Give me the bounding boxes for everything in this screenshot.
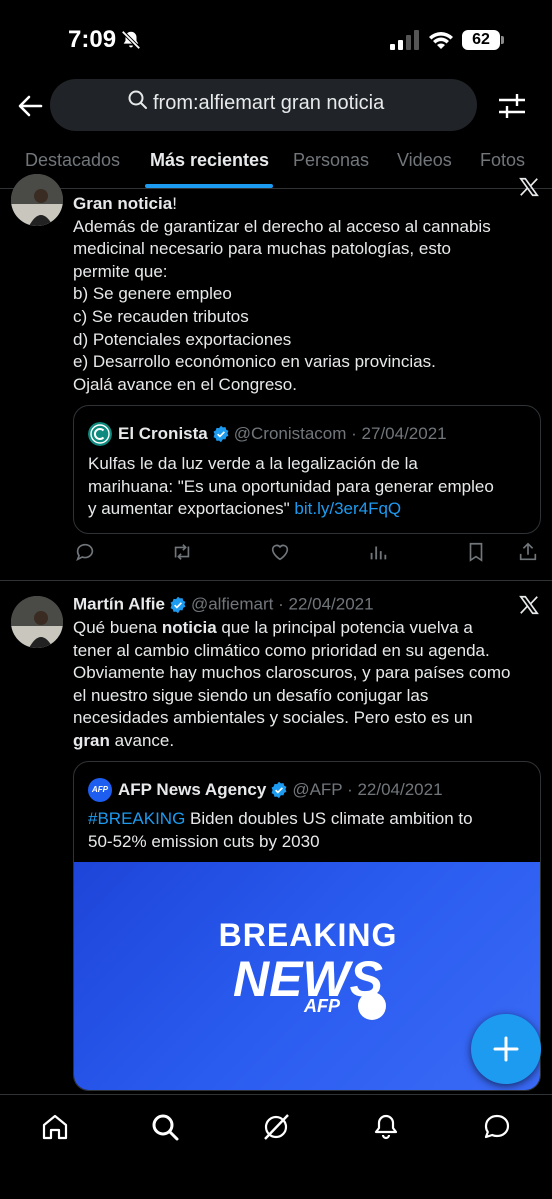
tweet-highlight: noticia bbox=[161, 618, 217, 637]
avatar[interactable] bbox=[11, 596, 63, 648]
cellular-signal-icon bbox=[390, 30, 419, 50]
quoted-author-name: AFP News Agency bbox=[118, 780, 267, 799]
filter-settings-icon[interactable] bbox=[497, 92, 527, 120]
bell-slash-icon bbox=[121, 30, 141, 50]
author-handle: @alfiemart · 22/04/2021 bbox=[190, 594, 374, 614]
quoted-line: Biden doubles US climate ambition to bbox=[185, 809, 473, 828]
tweet-line: tener al cambio climático como prioridad… bbox=[73, 640, 490, 660]
tab-destacados[interactable]: Destacados bbox=[25, 150, 120, 171]
plus-icon bbox=[493, 1036, 519, 1062]
battery-cap bbox=[501, 36, 504, 44]
afp-dot bbox=[358, 992, 386, 1020]
quoted-tweet-header: AFP AFP News Agency @AFP · 22/04/2021 bbox=[88, 778, 443, 804]
grok-icon[interactable] bbox=[261, 1112, 291, 1142]
reply-icon[interactable] bbox=[74, 541, 96, 563]
like-heart-icon[interactable] bbox=[269, 541, 291, 563]
tweet-highlight: Gran noticia bbox=[73, 194, 173, 213]
tweet-actions bbox=[0, 541, 552, 569]
quoted-link[interactable]: bit.ly/3er4FqQ bbox=[294, 499, 401, 518]
quoted-tweet-header: El Cronista @Cronistacom · 27/04/2021 bbox=[88, 422, 447, 448]
x-logo-icon bbox=[519, 177, 539, 197]
quoted-line: y aumentar exportaciones" bbox=[88, 499, 290, 519]
tweet-divider bbox=[0, 580, 552, 581]
author-name[interactable]: Martín Alfie bbox=[73, 595, 165, 614]
quoted-author-handle: @AFP · 22/04/2021 bbox=[292, 780, 443, 799]
status-time: 7:09 bbox=[68, 26, 117, 53]
bottom-navigation bbox=[0, 1094, 552, 1199]
verified-badge-icon bbox=[213, 425, 229, 443]
compose-button[interactable] bbox=[471, 1014, 541, 1084]
tweet-line: Ojalá avance en el Congreso. bbox=[73, 374, 297, 394]
profile-photo-icon bbox=[11, 174, 63, 226]
quoted-author-name: El Cronista bbox=[118, 424, 208, 443]
tweet-line: medicinal necesario para muchas patologí… bbox=[73, 239, 451, 259]
quoted-line: marihuana: "Es una oportunidad para gene… bbox=[88, 476, 494, 496]
active-tab-indicator bbox=[145, 184, 273, 188]
tweet-text-part: avance. bbox=[109, 730, 175, 750]
tweet-line: Además de garantizar el derecho al acces… bbox=[73, 216, 491, 236]
status-bar: 7:09 62 bbox=[0, 0, 552, 74]
tab-mas-recientes[interactable]: Más recientes bbox=[150, 150, 269, 171]
back-arrow-icon[interactable] bbox=[16, 92, 44, 120]
tab-fotos[interactable]: Fotos bbox=[480, 150, 525, 171]
messages-icon[interactable] bbox=[482, 1112, 512, 1142]
share-icon[interactable] bbox=[517, 541, 539, 563]
bookmark-icon[interactable] bbox=[465, 541, 487, 563]
tweet-line: b) Se genere empleo bbox=[73, 284, 232, 304]
tweet-highlight: gran bbox=[73, 730, 110, 750]
avatar[interactable] bbox=[11, 174, 63, 226]
battery-indicator: 62 bbox=[462, 30, 500, 50]
tweet-header: Martín Alfie @alfiemart · 22/04/2021 bbox=[73, 594, 374, 615]
quoted-tweet[interactable]: El Cronista @Cronistacom · 27/04/2021 Kul… bbox=[73, 405, 541, 534]
tweet-line: el nuestro sigue siendo un desafío conju… bbox=[73, 685, 429, 705]
quoted-tweet-text: Kulfas le da luz verde a la legalización… bbox=[88, 453, 494, 521]
search-icon bbox=[128, 90, 147, 109]
tweet-line: c) Se recauden tributos bbox=[73, 306, 249, 326]
tweet-line: Obviamente hay muchos claroscuros, y par… bbox=[73, 663, 511, 683]
home-icon[interactable] bbox=[40, 1112, 70, 1142]
verified-badge-icon bbox=[271, 781, 287, 799]
tweet-line: permite que: bbox=[73, 261, 168, 281]
quoted-tweet-text: #BREAKING Biden doubles US climate ambit… bbox=[88, 808, 473, 853]
views-chart-icon[interactable] bbox=[367, 541, 389, 563]
tab-videos[interactable]: Videos bbox=[397, 150, 452, 171]
retweet-icon[interactable] bbox=[171, 541, 193, 563]
search-query: from:alfiemart gran noticia bbox=[153, 92, 385, 114]
tab-personas[interactable]: Personas bbox=[293, 150, 369, 171]
verified-badge-icon bbox=[170, 596, 186, 613]
x-logo-icon bbox=[519, 595, 539, 615]
notifications-bell-icon[interactable] bbox=[371, 1112, 401, 1142]
tweet-text-part: que la principal potencia vuelva a bbox=[216, 618, 473, 637]
quoted-line: 50-52% emission cuts by 2030 bbox=[88, 831, 320, 851]
tweet-text: Gran noticia! Además de garantizar el de… bbox=[73, 193, 543, 396]
quoted-line: Kulfas le da luz verde a la legalización… bbox=[88, 454, 418, 473]
tweet-line: necesidades ambientales y sociales. Pero… bbox=[73, 708, 473, 728]
tweet-line: e) Desarrollo económonico en varias prov… bbox=[73, 352, 436, 372]
hashtag-link[interactable]: #BREAKING bbox=[88, 809, 185, 828]
quoted-author-handle: @Cronistacom · 27/04/2021 bbox=[233, 424, 447, 443]
tweet-line: d) Potenciales exportaciones bbox=[73, 329, 292, 349]
profile-photo-icon bbox=[11, 596, 63, 648]
afp-avatar: AFP bbox=[88, 778, 112, 802]
search-icon[interactable] bbox=[150, 1112, 180, 1142]
image-text-breaking: BREAKING bbox=[218, 917, 398, 953]
cronista-logo-icon bbox=[88, 422, 112, 446]
image-text-afp: AFP bbox=[304, 996, 340, 1016]
wifi-icon bbox=[429, 32, 453, 49]
tweet-text: Qué buena noticia que la principal poten… bbox=[73, 617, 543, 753]
tweet-title-rest: ! bbox=[172, 194, 177, 213]
search-input[interactable]: from:alfiemart gran noticia bbox=[50, 79, 477, 131]
search-tabs: Destacados Más recientes Personas Videos… bbox=[0, 140, 552, 189]
tweet-text-part: Qué buena bbox=[73, 618, 162, 637]
